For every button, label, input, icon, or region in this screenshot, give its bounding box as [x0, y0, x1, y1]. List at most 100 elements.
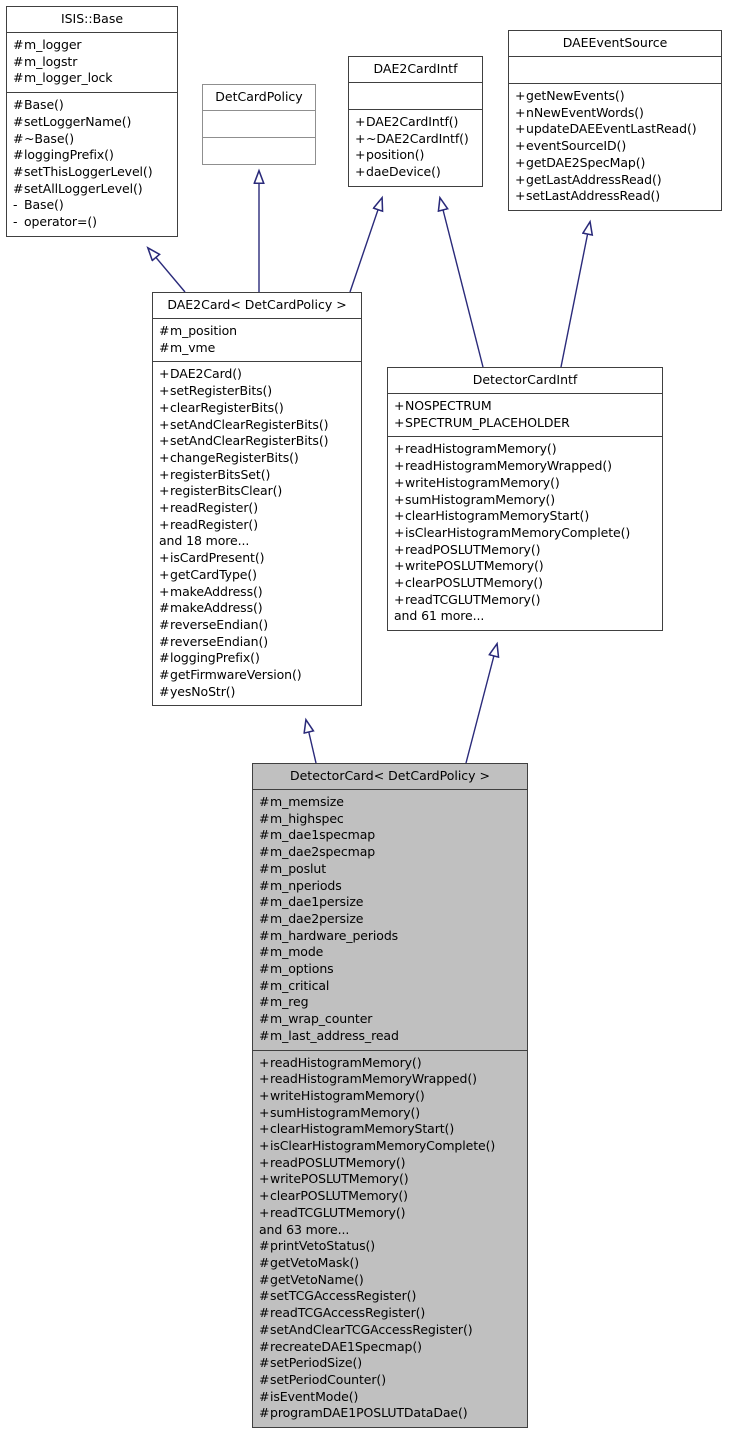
class-member: +nNewEventWords(): [515, 105, 716, 122]
visibility-marker: +: [394, 414, 405, 430]
class-member: #makeAddress(): [159, 600, 356, 617]
class-member: #m_highspec: [259, 811, 522, 828]
member-label: m_reg: [270, 994, 309, 1010]
visibility-marker: +: [355, 147, 366, 163]
class-member: #isEventMode(): [259, 1389, 522, 1406]
class-member: +getLastAddressRead(): [515, 172, 716, 189]
class-member: #setAllLoggerLevel(): [13, 181, 172, 198]
operations-detector-card-intf: +readHistogramMemory() +readHistogramMemo…: [388, 437, 662, 630]
attributes-dae2-card-intf: [349, 83, 482, 109]
member-label: m_logger_lock: [24, 70, 113, 86]
member-label: m_options: [270, 961, 334, 977]
class-box-dae2-card-intf[interactable]: DAE2CardIntf +DAE2CardIntf() +~DAE2CardIn…: [348, 56, 483, 187]
class-member: #setThisLoggerLevel(): [13, 164, 172, 181]
class-member: +registerBitsClear(): [159, 483, 356, 500]
class-box-isis-base[interactable]: ISIS::Base #m_logger #m_logstr #m_logger_l…: [6, 6, 178, 237]
member-label: isClearHistogramMemoryComplete(): [405, 524, 631, 540]
class-member: #yesNoStr(): [159, 684, 356, 701]
member-label: m_dae1specmap: [270, 827, 376, 843]
visibility-marker: #: [259, 1338, 270, 1354]
member-label: sumHistogramMemory(): [270, 1104, 421, 1120]
class-member: +isClearHistogramMemoryComplete(): [394, 525, 657, 542]
member-label: setAndClearTCGAccessRegister(): [270, 1321, 473, 1337]
class-member: +writeHistogramMemory(): [259, 1088, 522, 1105]
member-label: m_poslut: [270, 860, 327, 876]
member-label: m_nperiods: [270, 877, 342, 893]
visibility-marker: +: [394, 474, 405, 490]
class-box-detector-card-intf[interactable]: DetectorCardIntf +NOSPECTRUM +SPECTRUM_PL…: [387, 367, 663, 632]
visibility-marker: +: [394, 458, 405, 474]
member-label: setRegisterBits(): [170, 383, 273, 399]
class-member: and 61 more...: [394, 608, 657, 625]
class-member: +isClearHistogramMemoryComplete(): [259, 1138, 522, 1155]
operations-det-card-policy: [203, 138, 315, 164]
edge-detectorcardintf-dae2cardintf: [440, 198, 484, 368]
class-title-det-card-policy: DetCardPolicy: [215, 89, 303, 104]
class-box-dae-event-source[interactable]: DAEEventSource +getNewEvents() +nNewEvent…: [508, 30, 722, 211]
class-member: #m_nperiods: [259, 878, 522, 895]
visibility-marker: +: [394, 591, 405, 607]
visibility-marker: +: [259, 1121, 270, 1137]
class-member: +DAE2Card(): [159, 366, 356, 383]
class-member: +readRegister(): [159, 500, 356, 517]
member-label: readPOSLUTMemory(): [405, 541, 541, 557]
operations-dae2-card-intf: +DAE2CardIntf() +~DAE2CardIntf() +position…: [349, 110, 482, 186]
class-member: #programDAE1POSLUTDataDae(): [259, 1405, 522, 1422]
class-member: +readHistogramMemory(): [394, 441, 657, 458]
class-member: +eventSourceID(): [515, 138, 716, 155]
visibility-marker: +: [159, 416, 170, 432]
class-member: +readRegister(): [159, 517, 356, 534]
visibility-marker: #: [159, 650, 170, 666]
member-label: makeAddress(): [170, 600, 263, 616]
member-label: clearHistogramMemoryStart(): [405, 508, 590, 524]
member-label: and 18 more...: [159, 533, 250, 549]
class-member: #m_logger: [13, 37, 172, 54]
class-title-detector-card-intf: DetectorCardIntf: [472, 372, 578, 387]
visibility-marker: +: [515, 104, 526, 120]
member-label: clearPOSLUTMemory(): [270, 1188, 408, 1204]
class-title-detector-card: DetectorCard< DetCardPolicy >: [289, 768, 491, 783]
visibility-marker: +: [159, 566, 170, 582]
class-box-dae2-card[interactable]: DAE2Card< DetCardPolicy > #m_position #m_…: [152, 292, 362, 707]
class-member: #setPeriodCounter(): [259, 1372, 522, 1389]
visibility-marker: +: [394, 491, 405, 507]
visibility-marker: +: [159, 383, 170, 399]
class-member: and 18 more...: [159, 533, 356, 550]
class-member: #m_options: [259, 961, 522, 978]
visibility-marker: #: [159, 683, 170, 699]
class-member: #m_critical: [259, 978, 522, 995]
class-member: +getNewEvents(): [515, 88, 716, 105]
class-member: +getCardType(): [159, 567, 356, 584]
class-box-det-card-policy[interactable]: DetCardPolicy: [202, 84, 316, 165]
visibility-marker: #: [259, 1321, 270, 1337]
class-member: #getFirmwareVersion(): [159, 667, 356, 684]
attributes-detector-card: #m_memsize #m_highspec #m_dae1specmap #m_da…: [253, 790, 527, 1050]
class-member: +updateDAEEventLastRead(): [515, 121, 716, 138]
member-label: m_position: [170, 323, 237, 338]
class-member: +readPOSLUTMemory(): [259, 1155, 522, 1172]
member-label: readHistogramMemoryWrapped(): [270, 1071, 477, 1087]
class-member: #m_wrap_counter: [259, 1011, 522, 1028]
member-label: updateDAEEventLastRead(): [526, 121, 697, 137]
visibility-marker: #: [13, 97, 24, 113]
member-label: and 63 more...: [259, 1221, 350, 1237]
visibility-marker: +: [159, 366, 170, 382]
edge-detectorcard-dae2card: [306, 720, 317, 764]
visibility-marker: #: [259, 810, 270, 826]
class-member: #getVetoMask(): [259, 1255, 522, 1272]
member-label: clearPOSLUTMemory(): [405, 575, 543, 591]
class-member: #printVetoStatus(): [259, 1238, 522, 1255]
visibility-marker: +: [259, 1188, 270, 1204]
member-label: m_critical: [270, 977, 330, 993]
class-member: - Base(): [13, 197, 172, 214]
class-member: #loggingPrefix(): [159, 650, 356, 667]
member-label: Base(): [24, 97, 64, 113]
operations-dae2-card: +DAE2Card() +setRegisterBits() +clearRegis…: [153, 362, 361, 705]
edge-dae2card-dae2cardintf: [349, 198, 382, 293]
class-member: +clearHistogramMemoryStart(): [259, 1121, 522, 1138]
member-label: setAndClearRegisterBits(): [170, 416, 329, 432]
class-box-detector-card[interactable]: DetectorCard< DetCardPolicy > #m_memsize…: [252, 763, 528, 1429]
member-label: yesNoStr(): [170, 683, 236, 699]
attributes-det-card-policy: [203, 111, 315, 137]
class-member: #m_logger_lock: [13, 70, 172, 87]
